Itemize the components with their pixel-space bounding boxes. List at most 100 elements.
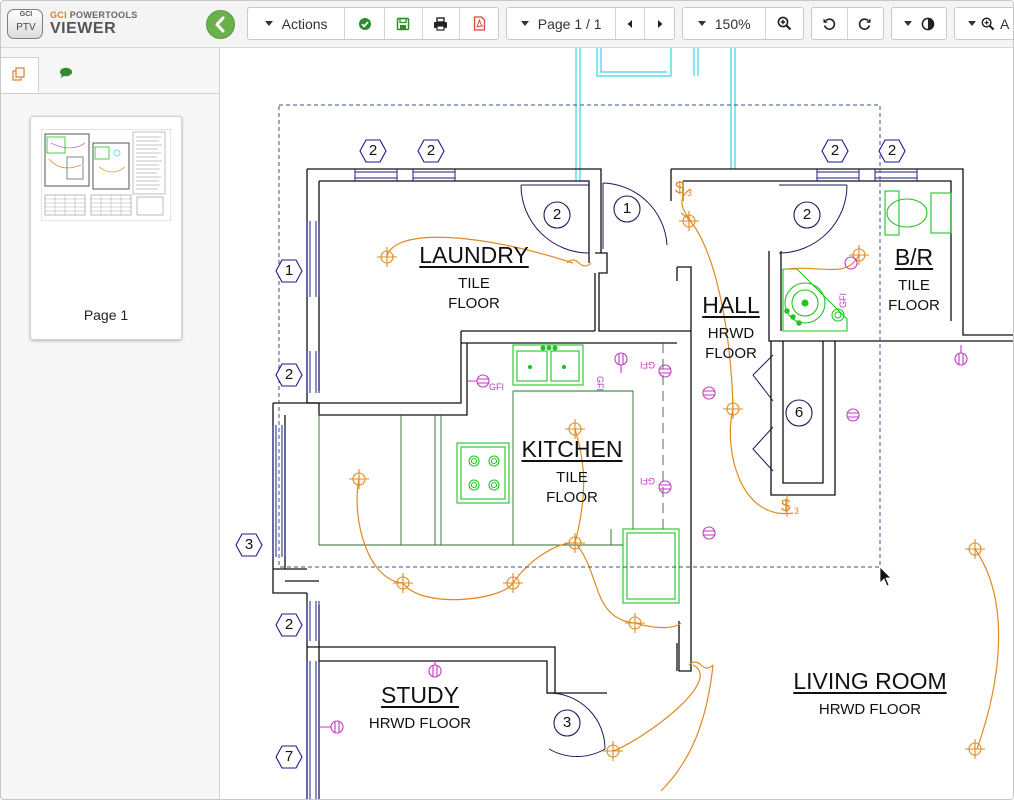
switch-symbol: $ (781, 496, 791, 515)
caret-down-icon (264, 21, 273, 26)
room-floor: TILE (556, 469, 588, 486)
actions-label: Actions (281, 15, 328, 32)
save-icon (397, 17, 410, 30)
approve-button[interactable] (345, 8, 385, 39)
actions-dropdown[interactable]: Actions (248, 8, 346, 39)
zoom-in-button[interactable] (766, 8, 803, 39)
room-floor: HRWD FLOOR (818, 701, 922, 718)
logo-badge-top: GCI (19, 11, 33, 18)
room-floor: FLOOR (705, 345, 757, 362)
room-name: LIVING ROOM (793, 668, 947, 694)
tab-comments[interactable] (47, 57, 85, 93)
export-pdf-button[interactable] (460, 8, 498, 39)
document-canvas[interactable]: 2 2 2 2 1 2 3 2 7 2 1 2 6 3 GFI GFI GFI … (220, 48, 1013, 799)
contrast-icon (921, 17, 934, 30)
app-logo: GCI PTV GCI POWERTOOLS VIEWER (7, 9, 227, 41)
logo-brand-suffix: POWERTOOLS (69, 10, 138, 20)
zoom-group: 150% (682, 7, 804, 40)
room-living: LIVING ROOM HRWD FLOOR (780, 668, 960, 720)
room-floor: HRWD FLOOR (368, 715, 472, 732)
room-kitchen: KITCHEN TILE FLOOR (502, 436, 642, 508)
magnify-dropdown[interactable]: A (955, 8, 1013, 39)
page-navigation: Page 1 / 1 (506, 7, 675, 40)
logo-brand-prefix: GCI (50, 10, 67, 20)
room-bathroom: B/R TILE FLOOR (876, 244, 952, 316)
room-name: B/R (894, 244, 934, 270)
room-floor: HRWD (707, 325, 755, 342)
save-button[interactable] (385, 8, 423, 39)
room-study: STUDY HRWD FLOOR (350, 682, 490, 734)
window-tag: 2 (284, 366, 294, 383)
triangle-right-icon (657, 19, 663, 28)
gfi-label: GFI (640, 476, 655, 486)
gfi-label: GFI (489, 382, 504, 392)
toolbar: GCI PTV GCI POWERTOOLS VIEWER Actions Pa… (1, 1, 1013, 48)
window-tag: 7 (284, 748, 294, 765)
window-tag: 2 (368, 142, 378, 159)
pdf-icon (473, 16, 485, 31)
caret-down-icon (968, 21, 976, 26)
room-floor: FLOOR (888, 297, 940, 314)
viewer-window: GCI PTV GCI POWERTOOLS VIEWER Actions Pa… (0, 0, 1014, 800)
gfi-label: GFI (595, 376, 605, 391)
window-tag: 2 (830, 142, 840, 159)
logo-badge: GCI PTV (7, 9, 43, 39)
room-floor: TILE (898, 277, 930, 294)
triangle-left-icon (627, 19, 633, 28)
door-tag: 3 (562, 714, 572, 731)
door-tag: 2 (802, 206, 812, 223)
logo-brand: GCI POWERTOOLS (50, 10, 138, 20)
gfi-label: GFI (640, 360, 655, 370)
room-floor: FLOOR (448, 295, 500, 312)
page-thumbnail[interactable]: Page 1 (30, 116, 182, 340)
switch-symbol: $ (675, 178, 685, 197)
previous-page-button[interactable] (616, 8, 646, 39)
caret-down-icon (903, 21, 912, 26)
chevron-left-icon (215, 16, 225, 33)
rotate-left-icon (823, 17, 836, 30)
zoom-selector[interactable]: 150% (683, 8, 767, 39)
page-label: Page 1 / 1 (537, 15, 602, 32)
thumbnail-label: Page 1 (83, 307, 129, 323)
thumbnail-preview-image (41, 129, 171, 221)
rotate-right-button[interactable] (848, 8, 884, 39)
window-tag: 1 (284, 262, 294, 279)
switch-count: 3 (687, 188, 693, 198)
logo-badge-bottom: PTV (16, 22, 36, 33)
contrast-dropdown[interactable] (892, 8, 946, 39)
magnify-group: A (954, 7, 1013, 40)
print-icon (434, 16, 448, 31)
room-name: HALL (702, 292, 760, 318)
rotate-group (811, 7, 884, 40)
tab-thumbnails[interactable] (1, 57, 39, 93)
gfi-label: GFI (838, 293, 848, 308)
caret-down-icon (697, 21, 706, 26)
door-tag: 1 (622, 200, 632, 217)
switch-count: 3 (794, 506, 800, 516)
comment-icon (60, 67, 72, 78)
print-button[interactable] (423, 8, 461, 39)
room-hall: HALL HRWD FLOOR (692, 292, 770, 364)
room-floor: TILE (458, 275, 490, 292)
next-page-button[interactable] (645, 8, 674, 39)
magnify-label: A (1000, 15, 1010, 32)
room-name: KITCHEN (521, 436, 623, 462)
sidebar-tabs (1, 48, 219, 94)
window-tag: 2 (284, 616, 294, 633)
thumbnails-icon (12, 67, 25, 81)
zoom-in-icon (777, 16, 792, 31)
window-tag: 2 (426, 142, 436, 159)
rotate-right-icon (859, 17, 871, 30)
page-selector[interactable]: Page 1 / 1 (507, 8, 617, 39)
door-tag: 6 (794, 404, 804, 421)
sidebar: Page 1 (1, 48, 220, 799)
zoom-label: 150% (714, 15, 751, 32)
collapse-sidebar-button[interactable] (206, 10, 235, 39)
rotate-left-button[interactable] (812, 8, 848, 39)
room-name: STUDY (381, 682, 459, 708)
caret-down-icon (520, 21, 529, 26)
actions-group: Actions (247, 7, 499, 40)
room-floor: FLOOR (546, 489, 598, 506)
check-circle-icon (358, 17, 371, 30)
room-name: LAUNDRY (419, 242, 529, 268)
